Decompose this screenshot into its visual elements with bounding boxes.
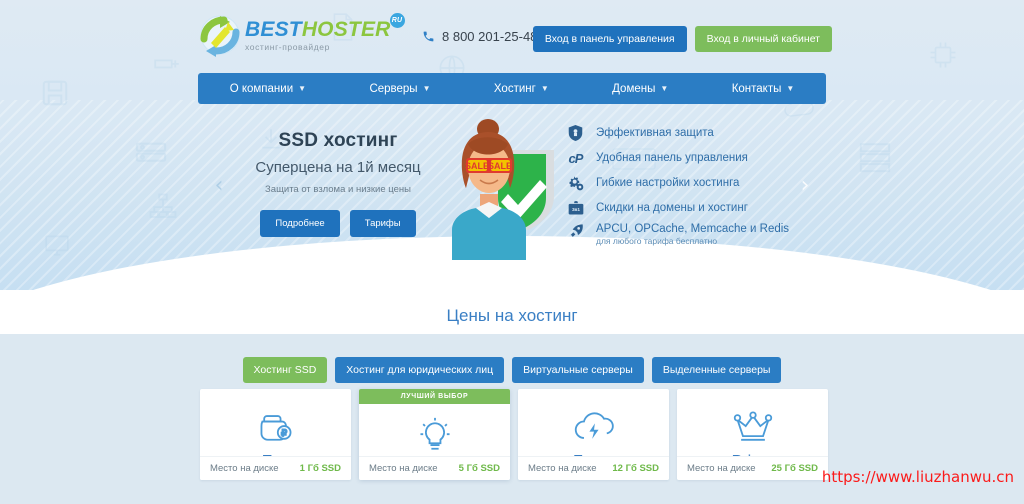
hero-illustration: SALE SALE	[432, 108, 564, 260]
pricing-card-force[interactable]: Force Место на диске 12 Гб SSD	[518, 389, 669, 480]
cloud-bolt-icon	[518, 403, 669, 451]
logo-word-hoster: HOSTER	[301, 18, 391, 41]
chevron-down-icon: ▼	[660, 84, 669, 93]
site-header: BESTHOSTER RU хостинг-провайдер 8 800 20…	[0, 0, 1024, 72]
feature-sublabel: для любого тарифа бесплатно	[596, 236, 718, 246]
spec-label: Место на диске	[210, 463, 279, 474]
floppy-bg-icon	[40, 78, 70, 108]
spec-label: Место на диске	[528, 463, 597, 474]
shield-icon	[566, 125, 585, 141]
feature-label: Удобная панель управления	[596, 152, 748, 164]
chevron-down-icon: ▼	[422, 84, 431, 93]
card-spec-row: Место на диске 12 Гб SSD	[518, 456, 669, 480]
svg-text:3в1: 3в1	[571, 207, 579, 212]
gears-icon	[566, 175, 585, 191]
pricing-card-smart[interactable]: ЛУЧШИЙ ВЫБОР Smart Место на диске 5 Гб S…	[359, 389, 510, 480]
svg-text:₽: ₽	[281, 428, 287, 438]
feature-item-discounts: 3в1 Скидки на домены и хостинг	[566, 197, 789, 219]
hero-details-button[interactable]: Подробнее	[260, 210, 340, 237]
feature-label: Эффективная защита	[596, 127, 714, 139]
nav-item-label: Домены	[612, 82, 656, 95]
crown-icon	[677, 403, 828, 451]
card-spec-row: Место на диске 25 Гб SSD	[677, 456, 828, 480]
svg-text:SALE: SALE	[465, 161, 489, 171]
pricing-cards: ₽ Eco Место на диске 1 Гб SSD ЛУЧШИЙ ВЫБ…	[200, 389, 828, 480]
nav-item-hosting[interactable]: Хостинг ▼	[488, 83, 555, 95]
card-spec-row: Место на диске 5 Гб SSD	[359, 456, 510, 480]
pricing-tabs: Хостинг SSD Хостинг для юридических лиц …	[0, 357, 1024, 383]
nav-item-domains[interactable]: Домены ▼	[606, 83, 674, 95]
tab-virtual-servers[interactable]: Виртуальные серверы	[512, 357, 644, 383]
card-spec-row: Место на диске 1 Гб SSD	[200, 456, 351, 480]
feature-label: Скидки на домены и хостинг	[596, 202, 748, 214]
hero-next-slide-button[interactable]: ›	[794, 175, 816, 197]
spec-value: 25 Гб SSD	[771, 463, 818, 474]
nav-item-about[interactable]: О компании ▼	[224, 83, 312, 95]
feature-item-security: Эффективная защита	[566, 122, 789, 144]
tab-hosting-ssd[interactable]: Хостинг SSD	[242, 357, 328, 383]
spec-value: 5 Гб SSD	[458, 463, 500, 474]
nav-item-label: О компании	[229, 82, 294, 95]
tab-dedicated-servers[interactable]: Выделенные серверы	[651, 357, 782, 383]
pricing-card-eco[interactable]: ₽ Eco Место на диске 1 Гб SSD	[200, 389, 351, 480]
rocket-icon	[566, 223, 585, 239]
phone-icon	[422, 30, 435, 43]
chevron-down-icon: ▼	[298, 84, 307, 93]
hero-prev-slide-button[interactable]: ‹	[208, 175, 230, 197]
spec-label: Место на диске	[369, 463, 438, 474]
logo-globe-arrows-icon	[198, 13, 242, 57]
hero-subtitle: Суперцена на 1й месяц	[255, 159, 421, 176]
hero-feature-list: Эффективная защита cP Удобная панель упр…	[566, 122, 789, 256]
spec-value: 1 Гб SSD	[299, 463, 341, 474]
chevron-down-icon: ▼	[786, 84, 795, 93]
chevron-down-icon: ▼	[540, 84, 549, 93]
tab-hosting-legal-entities[interactable]: Хостинг для юридических лиц	[335, 357, 505, 383]
cpanel-icon: cP	[568, 150, 584, 166]
best-choice-badge: ЛУЧШИЙ ВЫБОР	[359, 389, 510, 404]
feature-item-caching: APCU, OPCache, Memcache и Redis для любо…	[566, 223, 789, 253]
hero-buttons: Подробнее Тарифы	[232, 210, 444, 237]
feature-item-flexible-settings: Гибкие настройки хостинга	[566, 172, 789, 194]
personal-account-login-button[interactable]: Вход в личный кабинет	[694, 26, 832, 52]
pricing-section-title: Цены на хостинг	[446, 306, 578, 325]
monitor-bg-icon	[44, 232, 70, 258]
control-panel-login-button[interactable]: Вход в панель управления	[532, 26, 687, 52]
server-bg-icon	[134, 138, 168, 172]
nav-item-label: Серверы	[369, 82, 418, 95]
server-stack-bg-icon	[858, 140, 892, 174]
logo-ru-badge: RU	[389, 13, 405, 28]
feature-label: Гибкие настройки хостинга	[596, 177, 740, 189]
nav-item-servers[interactable]: Серверы ▼	[363, 83, 436, 95]
feature-item-control-panel: cP Удобная панель управления	[566, 147, 789, 169]
logo-word-best: BEST	[245, 18, 302, 41]
main-navigation: О компании ▼ Серверы ▼ Хостинг ▼ Домены …	[198, 73, 826, 104]
hero-note: Защита от взлома и низкие цены	[265, 184, 411, 195]
page-root: BESTHOSTER RU хостинг-провайдер 8 800 20…	[0, 0, 1024, 504]
lightbulb-icon	[359, 412, 510, 460]
logo-tagline: хостинг-провайдер	[245, 42, 330, 52]
watermark-text: https://www.liuzhanwu.cn	[821, 468, 1014, 486]
nav-item-label: Хостинг	[493, 82, 536, 95]
hero-tariffs-button[interactable]: Тарифы	[349, 210, 416, 237]
three-in-one-box-icon: 3в1	[566, 200, 585, 216]
hero-copy: SSD хостинг Суперцена на 1й месяц Защита…	[232, 130, 444, 237]
spec-label: Место на диске	[687, 463, 756, 474]
feature-label: APCU, OPCache, Memcache и Redis	[596, 223, 790, 235]
hero-title: SSD хостинг	[278, 130, 398, 151]
spec-value: 12 Гб SSD	[612, 463, 659, 474]
nav-item-contacts[interactable]: Контакты ▼	[726, 83, 801, 95]
site-logo[interactable]: BESTHOSTER RU хостинг-провайдер	[198, 13, 405, 57]
header-auth-buttons: Вход в панель управления Вход в личный к…	[532, 26, 832, 52]
network-bg-icon	[148, 192, 178, 222]
nav-item-label: Контакты	[731, 82, 782, 95]
pricing-card-prime[interactable]: Prime Место на диске 25 Гб SSD	[677, 389, 828, 480]
svg-text:SALE: SALE	[488, 161, 512, 171]
wallet-icon: ₽	[200, 403, 351, 451]
logo-wordmark: BESTHOSTER RU хостинг-провайдер	[245, 13, 405, 52]
